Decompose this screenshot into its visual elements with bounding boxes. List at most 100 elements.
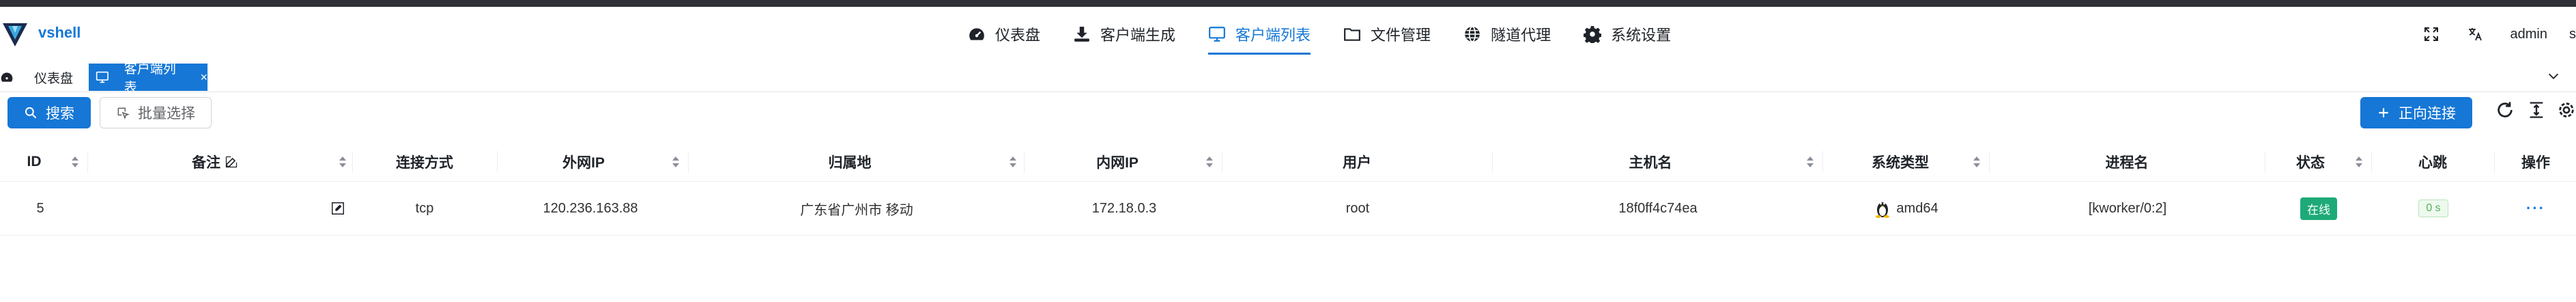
cell-hostname: 18f0ff4c74ea bbox=[1618, 200, 1698, 216]
search-button-label: 搜索 bbox=[46, 106, 74, 122]
column-divider bbox=[2371, 151, 2372, 173]
tab-dashboard[interactable]: 仪表盘 bbox=[0, 64, 85, 91]
table-header: ID 备注 连接方式 外网IP 归属地 内网IP 用户 主机名 系统类型 进程名… bbox=[0, 143, 2576, 182]
status-badge: 在线 bbox=[2300, 197, 2337, 220]
cell-public-ip: 120.236.163.88 bbox=[543, 200, 638, 216]
header-right: admin s bbox=[2423, 7, 2576, 61]
col-public-ip-label: 外网IP bbox=[562, 155, 605, 171]
col-action-label: 操作 bbox=[2521, 155, 2550, 171]
refresh-icon[interactable] bbox=[2495, 100, 2515, 120]
nav-system-settings[interactable]: 系统设置 bbox=[1571, 7, 1683, 61]
batch-select-button[interactable]: 批量选择 bbox=[100, 97, 212, 128]
cell-heartbeat: 0 s bbox=[2373, 182, 2494, 235]
vshell-logo-icon bbox=[3, 23, 27, 46]
nav-system-settings-label: 系统设置 bbox=[1611, 27, 1672, 44]
nav-client-generate-label: 客户端生成 bbox=[1100, 27, 1176, 44]
app-name: vshell bbox=[38, 24, 81, 41]
edit-note-icon[interactable] bbox=[330, 201, 345, 216]
nav-dashboard[interactable]: 仪表盘 bbox=[956, 7, 1053, 61]
col-public-ip[interactable]: 外网IP bbox=[498, 143, 669, 181]
edit-icon bbox=[225, 156, 238, 168]
nav-client-generate[interactable]: 客户端生成 bbox=[1061, 7, 1188, 61]
col-process-label: 进程名 bbox=[2105, 155, 2149, 171]
tab-client-list[interactable]: 客户端列表 × bbox=[89, 62, 207, 95]
batch-select-label: 批量选择 bbox=[138, 106, 195, 122]
globe-icon bbox=[1465, 26, 1480, 42]
col-action: 操作 bbox=[2495, 143, 2576, 181]
col-status[interactable]: 状态 bbox=[2266, 143, 2355, 181]
col-connection-label: 连接方式 bbox=[396, 155, 453, 171]
column-divider bbox=[1024, 151, 1025, 173]
tab-dashboard-label: 仪表盘 bbox=[34, 71, 74, 86]
col-process[interactable]: 进程名 bbox=[1990, 143, 2263, 181]
nav-client-list[interactable]: 客户端列表 bbox=[1196, 7, 1323, 61]
tab-bar: 仪表盘 客户端列表 × bbox=[0, 61, 2576, 95]
fullscreen-icon[interactable] bbox=[2423, 26, 2439, 42]
search-icon bbox=[25, 107, 37, 119]
col-heartbeat[interactable]: 心跳 bbox=[2373, 143, 2493, 181]
column-height-icon[interactable] bbox=[2527, 100, 2546, 120]
col-os[interactable]: 系统类型 bbox=[1824, 143, 1977, 181]
cell-user: root bbox=[1345, 200, 1370, 216]
dashboard-icon bbox=[1, 72, 13, 82]
sort-icon[interactable] bbox=[1009, 156, 1017, 168]
header-edge-text: s bbox=[2569, 26, 2576, 42]
col-id-label: ID bbox=[27, 154, 42, 169]
more-actions-icon[interactable]: ··· bbox=[2526, 200, 2545, 217]
sort-icon[interactable] bbox=[1806, 156, 1814, 168]
forward-connect-button[interactable]: 正向连接 bbox=[2360, 97, 2472, 128]
tab-close-icon[interactable]: × bbox=[200, 70, 207, 85]
nav-tunnel-proxy[interactable]: 隧道代理 bbox=[1451, 7, 1563, 61]
user-name[interactable]: admin bbox=[2510, 27, 2547, 42]
heartbeat-badge: 0 s bbox=[2418, 200, 2448, 217]
table-row[interactable]: 5 tcp 120.236.163.88 广东省广州市 移动 172.18.0.… bbox=[0, 182, 2576, 236]
monitor-icon bbox=[96, 71, 109, 83]
col-hostname-label: 主机名 bbox=[1629, 155, 1672, 171]
col-os-label: 系统类型 bbox=[1872, 155, 1929, 171]
chevron-down-icon[interactable] bbox=[2546, 68, 2561, 83]
col-private-ip[interactable]: 内网IP bbox=[1025, 143, 1210, 181]
window-top-strip bbox=[0, 0, 2576, 7]
cell-location: 广东省广州市 移动 bbox=[800, 202, 913, 218]
gear-icon bbox=[1584, 26, 1602, 43]
column-divider bbox=[497, 151, 498, 173]
sort-icon[interactable] bbox=[672, 156, 680, 168]
search-button[interactable]: 搜索 bbox=[8, 97, 91, 128]
download-icon bbox=[1074, 27, 1089, 42]
column-divider bbox=[1492, 151, 1493, 173]
translate-icon[interactable] bbox=[2467, 26, 2483, 42]
col-note[interactable]: 备注 bbox=[89, 143, 341, 181]
linux-icon bbox=[1876, 202, 1890, 218]
tab-client-list-label: 客户端列表 bbox=[124, 62, 176, 95]
col-location[interactable]: 归属地 bbox=[689, 143, 1010, 181]
col-heartbeat-label: 心跳 bbox=[2418, 155, 2447, 171]
cell-note bbox=[89, 182, 341, 235]
plus-icon bbox=[2379, 108, 2388, 118]
cell-os-text: amd64 bbox=[1896, 200, 1938, 216]
sort-icon[interactable] bbox=[339, 156, 347, 168]
monitor-icon bbox=[1209, 27, 1225, 42]
app-header: vshell 仪表盘 客户端生成 客户端列表 文件管理 隧道代理 系统设置 ad… bbox=[0, 7, 2576, 62]
column-divider bbox=[688, 151, 689, 173]
nav-client-list-label: 客户端列表 bbox=[1235, 27, 1311, 44]
cell-status: 在线 bbox=[2266, 182, 2371, 235]
folder-icon bbox=[1344, 28, 1360, 41]
sort-icon[interactable] bbox=[2355, 156, 2363, 168]
col-connection[interactable]: 连接方式 bbox=[354, 143, 496, 181]
col-id[interactable]: ID bbox=[0, 143, 68, 181]
sort-icon[interactable] bbox=[1973, 156, 1981, 168]
sort-icon[interactable] bbox=[71, 156, 79, 168]
nav-file-manager-label: 文件管理 bbox=[1371, 27, 1431, 44]
forward-connect-label: 正向连接 bbox=[2399, 106, 2456, 122]
column-divider bbox=[2494, 151, 2495, 173]
nav-dashboard-label: 仪表盘 bbox=[995, 27, 1041, 44]
settings-icon[interactable] bbox=[2557, 100, 2576, 120]
col-hostname[interactable]: 主机名 bbox=[1493, 143, 1807, 181]
cell-connection: tcp bbox=[415, 200, 434, 216]
column-divider bbox=[87, 151, 88, 173]
col-user[interactable]: 用户 bbox=[1223, 143, 1491, 181]
nav-file-manager[interactable]: 文件管理 bbox=[1331, 7, 1443, 61]
sort-icon[interactable] bbox=[1205, 156, 1214, 168]
col-location-label: 归属地 bbox=[828, 155, 872, 171]
cell-os: amd64 bbox=[1824, 182, 1989, 235]
